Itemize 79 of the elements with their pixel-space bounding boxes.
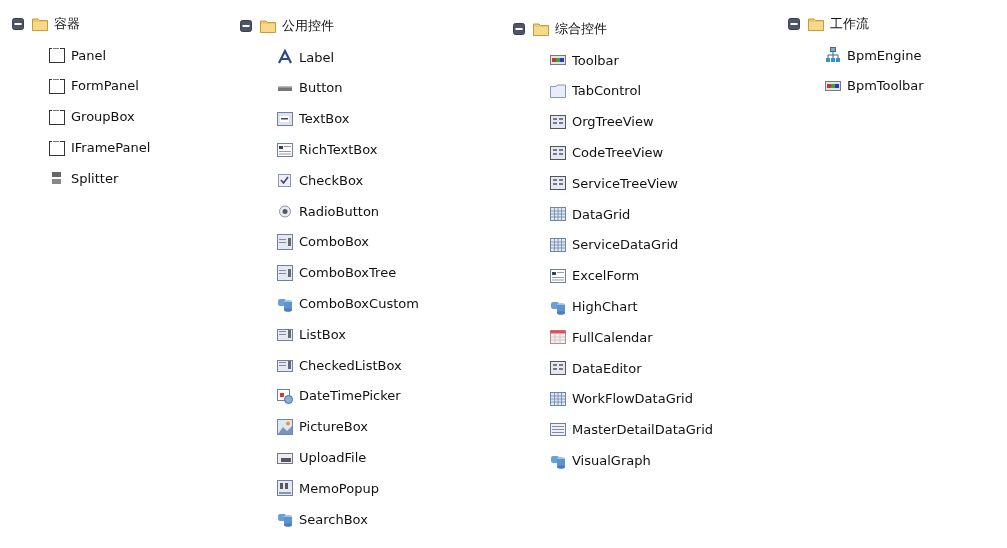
collapse-icon[interactable] — [12, 18, 24, 31]
window-icon — [49, 108, 65, 125]
control-item[interactable]: MasterDetailDataGrid — [572, 422, 713, 438]
control-item[interactable]: MemoPopup — [299, 480, 379, 496]
toolbar-icon — [825, 78, 841, 94]
control-item[interactable]: Toolbar — [572, 52, 619, 68]
folder-icon — [533, 22, 549, 37]
control-item[interactable]: ComboBoxTree — [299, 265, 397, 281]
checkbox-icon — [277, 172, 293, 189]
control-item[interactable]: RichTextBox — [299, 142, 378, 158]
text-lines-icon — [277, 141, 293, 158]
control-item[interactable]: ServiceDataGrid — [572, 237, 679, 253]
tab-icon — [550, 83, 566, 99]
group-label[interactable]: 容器 — [54, 15, 80, 34]
control-item[interactable]: DataEditor — [572, 360, 642, 376]
form-grid-icon — [550, 421, 566, 438]
radio-icon — [277, 203, 293, 220]
control-item[interactable]: OrgTreeView — [572, 114, 654, 130]
control-item[interactable]: ComboBox — [299, 234, 370, 250]
control-item[interactable]: SearchBox — [299, 511, 368, 527]
control-item[interactable]: FullCalendar — [572, 329, 653, 345]
control-item[interactable]: CheckBox — [299, 172, 364, 188]
window-icon — [49, 78, 65, 94]
control-item[interactable]: CodeTreeView — [572, 145, 664, 161]
grid-icon — [550, 390, 566, 407]
window-icon — [49, 139, 65, 156]
memo-icon — [277, 480, 293, 497]
listbox-icon — [277, 357, 293, 374]
combobox-icon — [277, 264, 293, 281]
control-item[interactable]: ComboBoxCustom — [299, 296, 419, 312]
calendar-icon — [550, 329, 566, 346]
control-item[interactable]: BpmEngine — [847, 47, 922, 63]
group-label[interactable]: 综合控件 — [555, 20, 607, 39]
list-view-icon — [550, 175, 566, 192]
group-label[interactable]: 公用控件 — [282, 17, 334, 36]
control-item[interactable]: TabControl — [572, 83, 641, 99]
collapse-icon[interactable] — [240, 20, 252, 33]
control-item[interactable]: ServiceTreeView — [572, 175, 678, 191]
list-view-icon — [550, 360, 566, 377]
folder-icon — [260, 19, 276, 34]
control-item[interactable]: FormPanel — [71, 78, 139, 94]
control-item[interactable]: RadioButton — [299, 203, 380, 219]
folder-icon — [32, 17, 48, 32]
cylinder-icon — [277, 511, 293, 528]
textbox-icon — [277, 110, 293, 127]
calendar-clock-icon — [277, 387, 293, 404]
hierarchy-icon — [825, 47, 841, 64]
control-item[interactable]: Splitter — [71, 170, 119, 186]
control-item[interactable]: UploadFile — [299, 450, 367, 466]
control-item[interactable]: WorkFlowDataGrid — [572, 391, 693, 407]
picture-icon — [277, 418, 293, 435]
text-lines-icon — [550, 267, 566, 284]
control-item[interactable]: Panel — [71, 47, 107, 63]
combobox-icon — [277, 233, 293, 250]
grid-icon — [550, 206, 566, 223]
letter-icon — [277, 49, 293, 66]
control-item[interactable]: IFramePanel — [71, 140, 151, 156]
control-item[interactable]: ExcelForm — [572, 268, 640, 284]
group-label[interactable]: 工作流 — [830, 15, 869, 34]
control-item[interactable]: VisualGraph — [572, 453, 651, 469]
list-view-icon — [550, 113, 566, 130]
control-item[interactable]: DateTimePicker — [299, 388, 401, 404]
control-item[interactable]: CheckedListBox — [299, 357, 402, 373]
folder-icon — [808, 17, 824, 32]
window-icon — [49, 47, 65, 64]
grid-icon — [550, 236, 566, 253]
control-item[interactable]: GroupBox — [71, 109, 135, 125]
collapse-icon[interactable] — [788, 18, 800, 31]
control-item[interactable]: DataGrid — [572, 206, 631, 222]
listbox-icon — [277, 326, 293, 343]
control-item[interactable]: Label — [299, 49, 335, 65]
control-item[interactable]: Button — [299, 80, 343, 96]
list-view-icon — [550, 144, 566, 161]
control-item[interactable]: BpmToolbar — [847, 78, 924, 94]
control-item[interactable]: ListBox — [299, 326, 346, 342]
collapse-icon[interactable] — [513, 23, 525, 36]
control-item[interactable]: PictureBox — [299, 419, 368, 435]
control-item[interactable]: HighChart — [572, 299, 638, 315]
control-item[interactable]: TextBox — [299, 111, 350, 127]
